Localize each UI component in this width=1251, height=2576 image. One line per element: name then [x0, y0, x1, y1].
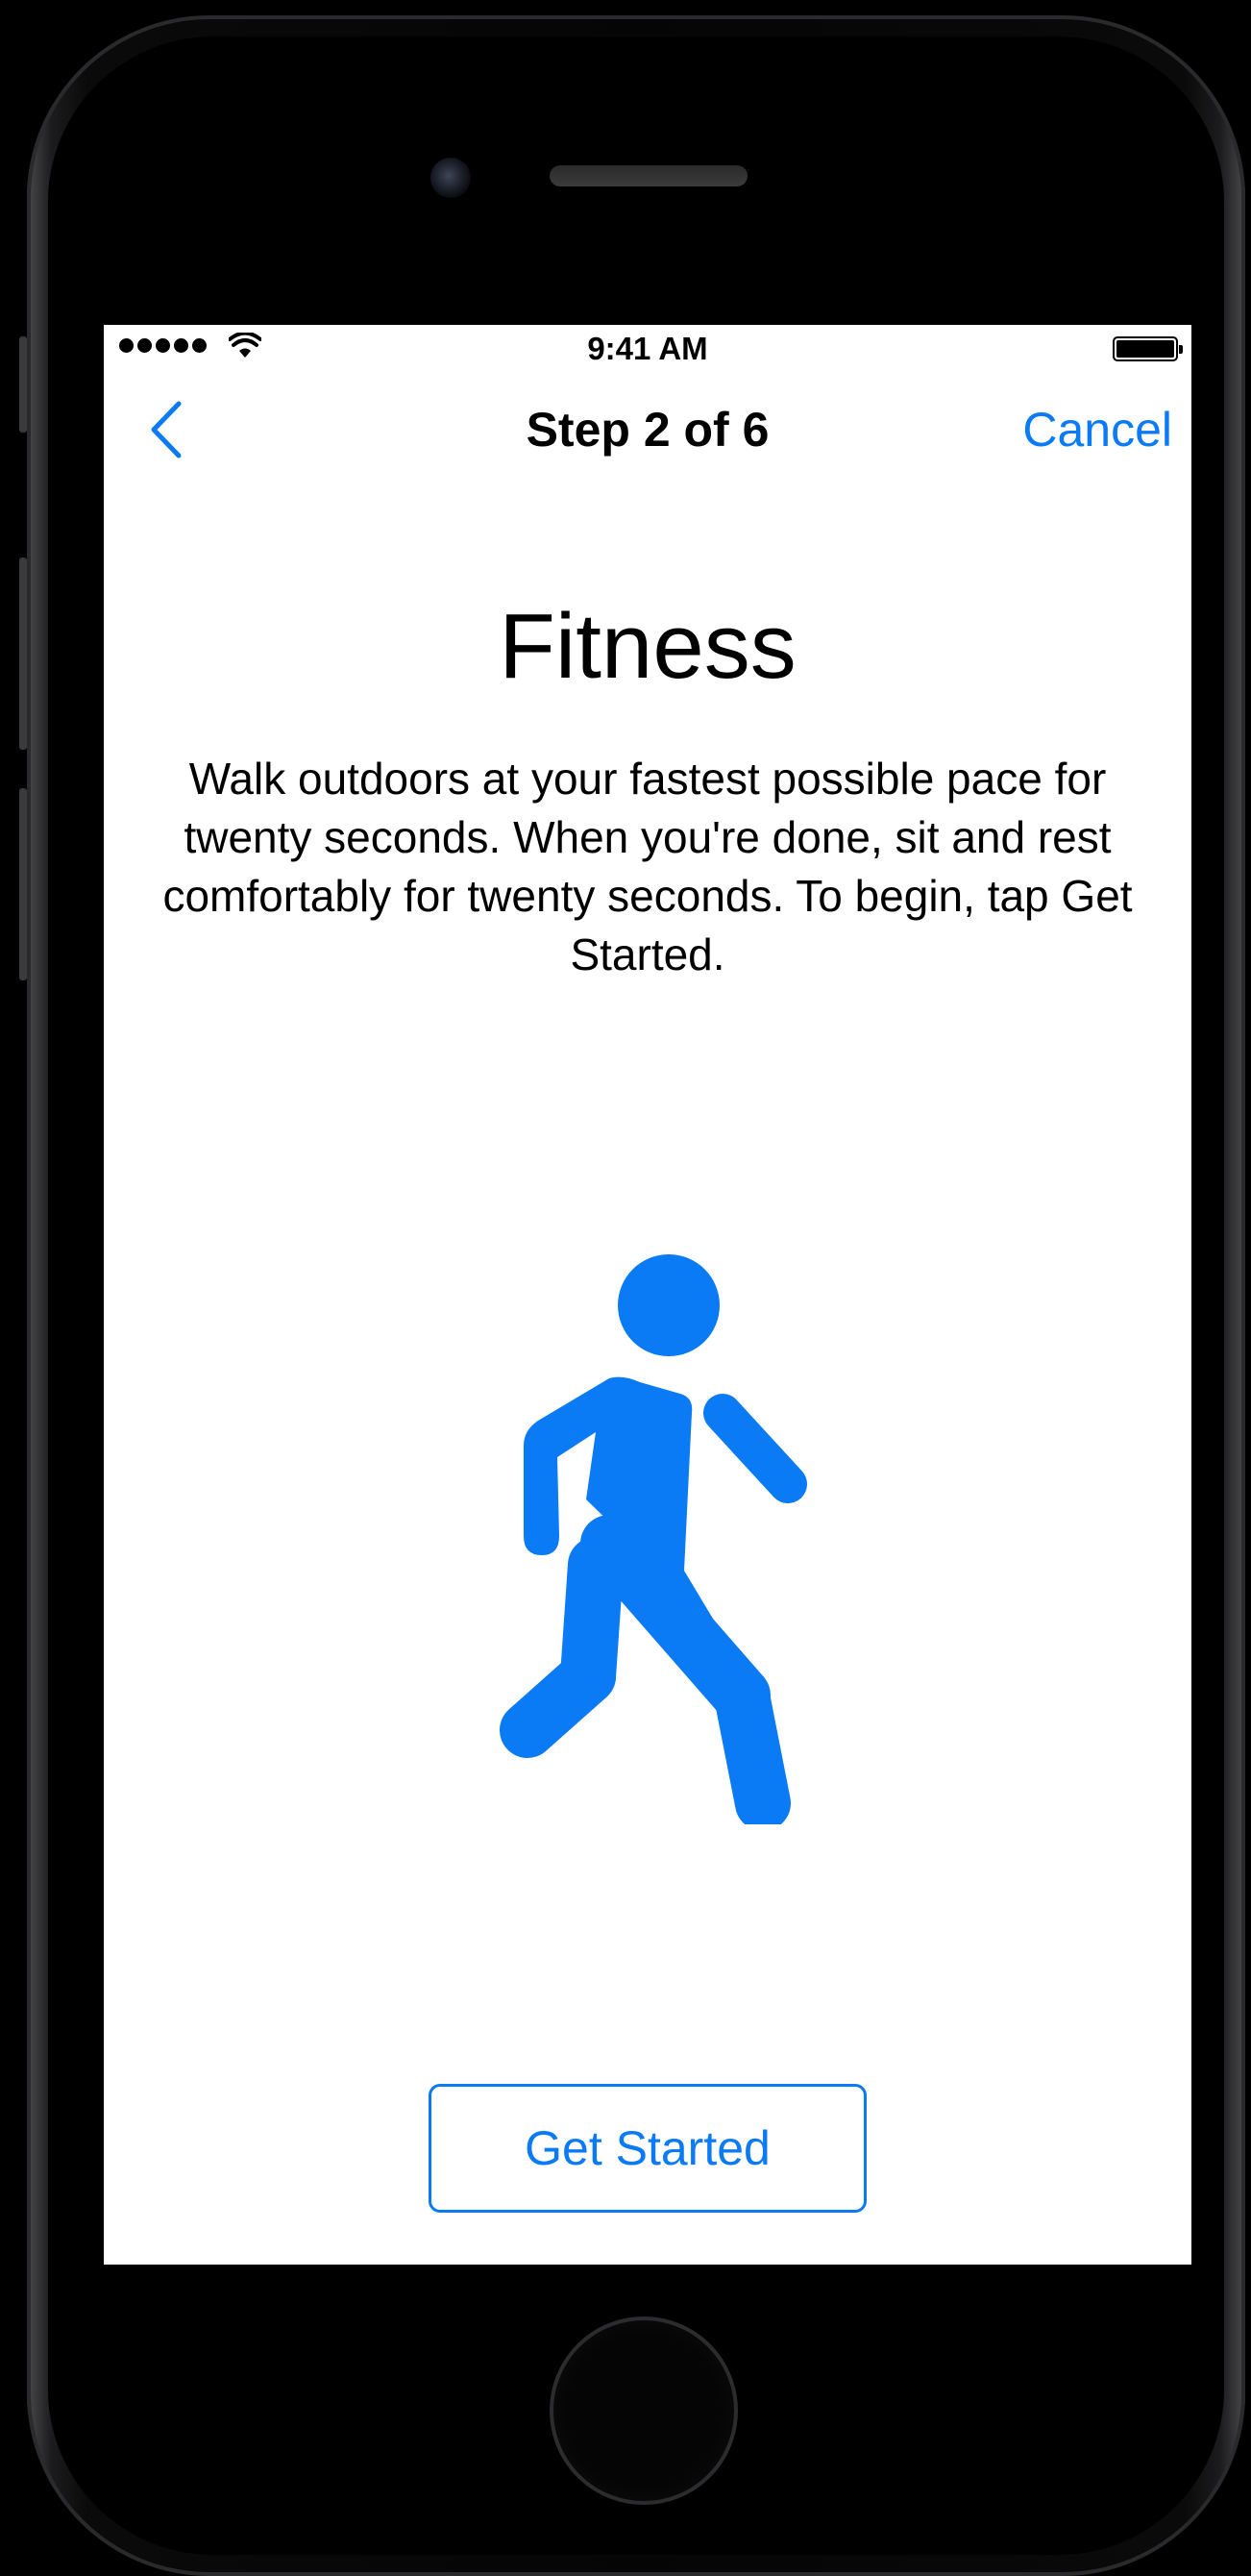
earpiece-speaker — [550, 165, 748, 186]
cancel-button[interactable]: Cancel — [1022, 402, 1172, 458]
get-started-button[interactable]: Get Started — [429, 2084, 867, 2213]
front-camera — [430, 158, 471, 198]
volume-up-button — [19, 557, 27, 750]
volume-down-button — [19, 788, 27, 980]
status-bar: 9:41 AM — [104, 325, 1191, 375]
mute-switch — [19, 336, 27, 433]
walking-person-icon — [500, 1254, 807, 1824]
battery-icon — [1113, 336, 1183, 361]
page-title: Fitness — [499, 595, 797, 698]
status-time: 9:41 AM — [587, 331, 708, 366]
instructions-text: Walk outdoors at your fastest possible p… — [162, 754, 1133, 979]
phone-screen: 9:41 AM Step 2 of 6 Cancel Fitness Walk … — [104, 325, 1191, 2265]
navigation-bar: Step 2 of 6 Cancel — [104, 375, 1191, 481]
home-button[interactable] — [550, 2316, 738, 2505]
